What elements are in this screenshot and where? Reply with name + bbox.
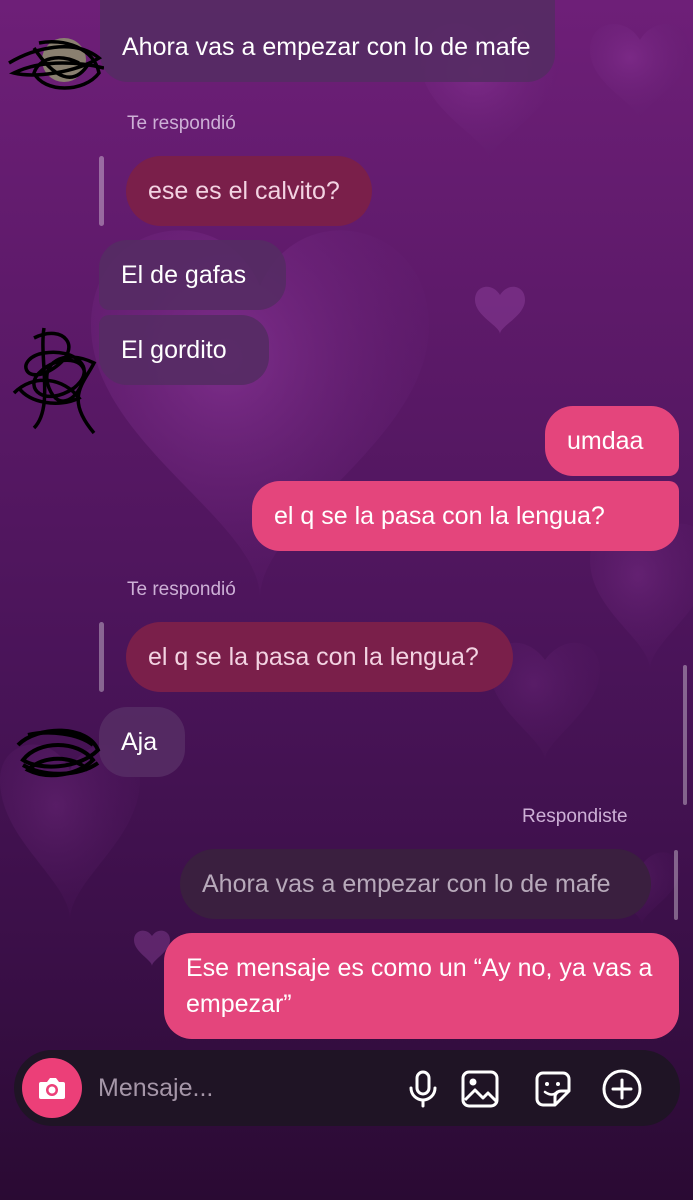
message-text: Ese mensaje es como un “Ay no, ya vas a … bbox=[186, 954, 653, 1018]
message-received[interactable]: El gordito bbox=[99, 315, 269, 385]
message-text: ese es el calvito? bbox=[148, 177, 340, 205]
sticker-button[interactable] bbox=[532, 1068, 574, 1110]
quoted-message[interactable]: ese es el calvito? bbox=[126, 156, 372, 226]
microphone-icon bbox=[409, 1070, 437, 1108]
avatar[interactable] bbox=[4, 318, 104, 443]
camera-button[interactable] bbox=[22, 1058, 82, 1118]
avatar[interactable] bbox=[8, 715, 108, 785]
message-text: El gordito bbox=[121, 336, 227, 364]
gallery-button[interactable] bbox=[459, 1068, 501, 1110]
scrollbar[interactable] bbox=[683, 665, 687, 805]
message-text: el q se la pasa con la lengua? bbox=[274, 502, 605, 530]
message-sent[interactable]: el q se la pasa con la lengua? bbox=[252, 481, 679, 551]
gallery-icon bbox=[461, 1070, 499, 1108]
message-sent[interactable]: Ese mensaje es como un “Ay no, ya vas a … bbox=[164, 933, 679, 1039]
message-received[interactable]: Aja bbox=[99, 707, 185, 777]
message-received[interactable]: El de gafas bbox=[99, 240, 286, 310]
message-text: El de gafas bbox=[121, 261, 247, 289]
quoted-message[interactable]: el q se la pasa con la lengua? bbox=[126, 622, 513, 692]
camera-icon bbox=[39, 1078, 65, 1099]
message-composer bbox=[14, 1050, 680, 1126]
message-text: umdaa bbox=[567, 427, 644, 455]
add-icon bbox=[602, 1069, 642, 1109]
message-text: el q se la pasa con la lengua? bbox=[148, 643, 479, 671]
sticker-icon bbox=[535, 1071, 571, 1107]
chat-thread: Ahora vas a empezar con lo de mafe Te re… bbox=[0, 0, 693, 1200]
avatar[interactable] bbox=[4, 18, 104, 108]
scrollbar[interactable] bbox=[674, 850, 678, 920]
reply-label: Te respondió bbox=[127, 113, 236, 134]
message-received[interactable]: Ahora vas a empezar con lo de mafe bbox=[100, 0, 555, 82]
reply-indicator bbox=[99, 156, 104, 226]
reply-indicator bbox=[99, 622, 104, 692]
message-sent[interactable]: umdaa bbox=[545, 406, 679, 476]
message-input[interactable] bbox=[98, 1068, 378, 1108]
reply-label: Respondiste bbox=[522, 806, 628, 827]
message-text: Ahora vas a empezar con lo de mafe bbox=[122, 33, 531, 61]
add-button[interactable] bbox=[601, 1068, 643, 1110]
quoted-message[interactable]: Ahora vas a empezar con lo de mafe bbox=[180, 849, 651, 919]
message-text: Aja bbox=[121, 728, 158, 756]
microphone-button[interactable] bbox=[402, 1068, 444, 1110]
message-text: Ahora vas a empezar con lo de mafe bbox=[202, 870, 611, 898]
reply-label: Te respondió bbox=[127, 579, 236, 600]
